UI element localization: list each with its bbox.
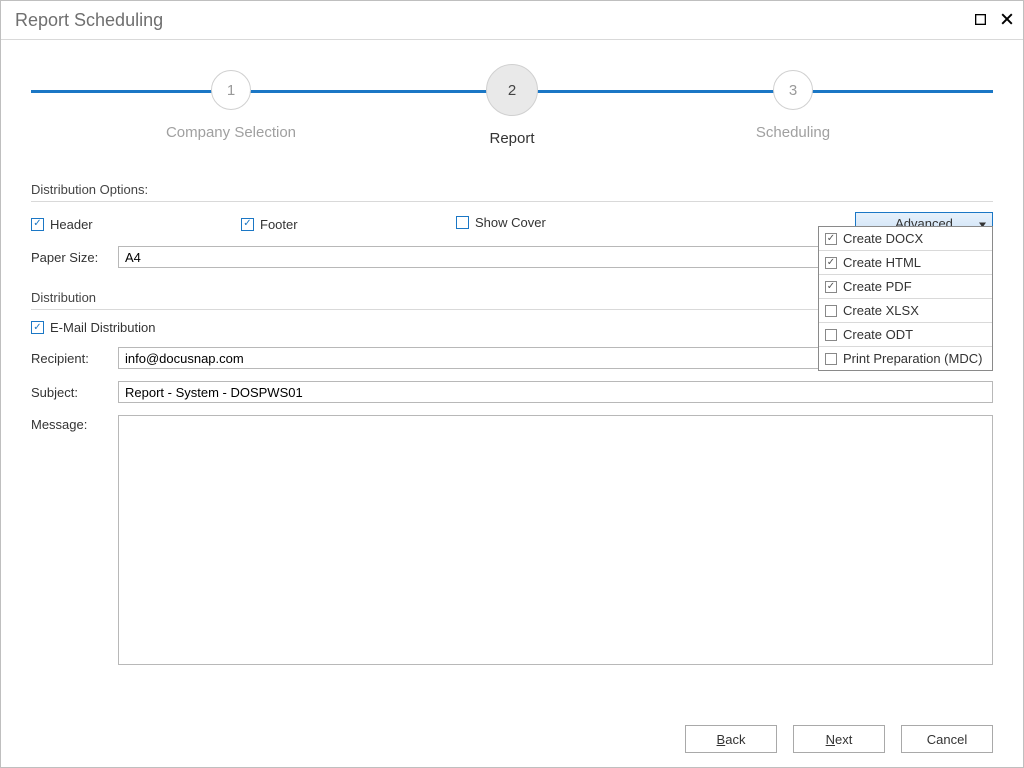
advanced-menu-item-label: Create ODT [843, 327, 913, 342]
checkbox-icon: ✓ [456, 216, 469, 229]
window-controls [975, 13, 1015, 27]
advanced-menu-item-create-html[interactable]: ✓ Create HTML [819, 251, 992, 275]
email-distribution-checkbox-label: E-Mail Distribution [50, 320, 155, 335]
step-number: 2 [486, 64, 538, 116]
step-scheduling[interactable]: 3 Scheduling [723, 58, 863, 147]
cancel-button[interactable]: Cancel [901, 725, 993, 753]
advanced-menu-item-label: Create PDF [843, 279, 912, 294]
step-label: Report [489, 130, 534, 147]
show-cover-checkbox[interactable]: ✓ Show Cover [456, 215, 546, 230]
step-number: 3 [773, 70, 813, 110]
wizard-stepper: 1 Company Selection 2 Report 3 Schedulin… [31, 58, 993, 158]
checkbox-icon: ✓ [241, 218, 254, 231]
email-distribution-checkbox[interactable]: ✓ E-Mail Distribution [31, 320, 155, 335]
advanced-dropdown-menu: ✓ Create DOCX ✓ Create HTML ✓ Create PDF… [818, 226, 993, 371]
checkbox-icon: ✓ [825, 281, 837, 293]
show-cover-checkbox-label: Show Cover [475, 215, 546, 230]
message-label: Message: [31, 415, 108, 432]
advanced-menu-item-create-pdf[interactable]: ✓ Create PDF [819, 275, 992, 299]
checkbox-icon: ✓ [825, 353, 837, 365]
advanced-menu-item-create-xlsx[interactable]: ✓ Create XLSX [819, 299, 992, 323]
footer-checkbox[interactable]: ✓ Footer [241, 217, 298, 232]
step-report[interactable]: 2 Report [442, 58, 582, 147]
checkbox-icon: ✓ [825, 305, 837, 317]
advanced-menu-item-label: Create DOCX [843, 231, 923, 246]
step-label: Scheduling [756, 124, 830, 141]
subject-input[interactable] [118, 381, 993, 403]
next-button[interactable]: Next [793, 725, 885, 753]
advanced-menu-item-create-odt[interactable]: ✓ Create ODT [819, 323, 992, 347]
checkbox-icon: ✓ [825, 233, 837, 245]
step-company-selection[interactable]: 1 Company Selection [161, 58, 301, 147]
close-icon[interactable] [1001, 13, 1015, 27]
message-textarea[interactable] [118, 415, 993, 665]
footer-checkbox-label: Footer [260, 217, 298, 232]
checkbox-icon: ✓ [825, 329, 837, 341]
recipient-label: Recipient: [31, 351, 108, 366]
header-checkbox-label: Header [50, 217, 93, 232]
step-label: Company Selection [166, 124, 296, 141]
divider [31, 201, 993, 202]
header-checkbox[interactable]: ✓ Header [31, 217, 93, 232]
step-number: 1 [211, 70, 251, 110]
window-title: Report Scheduling [15, 10, 163, 31]
checkbox-icon: ✓ [31, 321, 44, 334]
advanced-menu-item-create-docx[interactable]: ✓ Create DOCX [819, 227, 992, 251]
paper-size-input[interactable] [118, 246, 836, 268]
back-button[interactable]: Back [685, 725, 777, 753]
distribution-options-heading: Distribution Options: [31, 182, 993, 197]
checkbox-icon: ✓ [31, 218, 44, 231]
advanced-menu-item-label: Create HTML [843, 255, 921, 270]
maximize-icon[interactable] [975, 13, 989, 27]
checkbox-icon: ✓ [825, 257, 837, 269]
paper-size-label: Paper Size: [31, 250, 108, 265]
advanced-menu-item-label: Create XLSX [843, 303, 919, 318]
advanced-menu-item-print-preparation[interactable]: ✓ Print Preparation (MDC) [819, 347, 992, 370]
advanced-menu-item-label: Print Preparation (MDC) [843, 351, 982, 366]
subject-label: Subject: [31, 385, 108, 400]
